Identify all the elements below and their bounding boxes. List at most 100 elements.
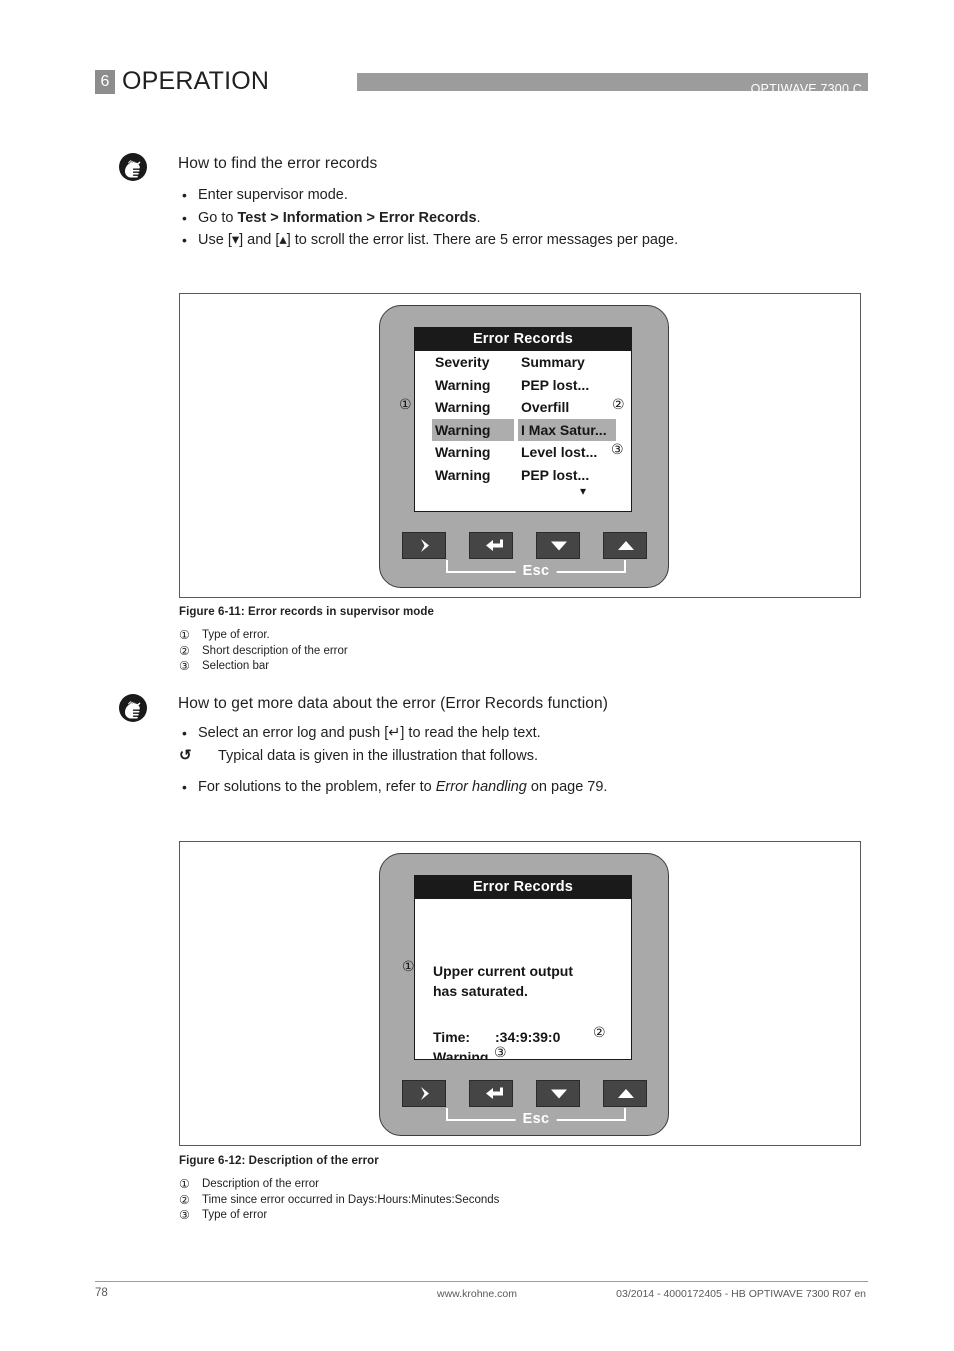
up-arrow-key[interactable] xyxy=(603,1080,647,1107)
cell-summary: PEP lost... xyxy=(521,466,590,483)
figure-2-frame: Error Records Upper current output has s… xyxy=(179,841,861,1146)
menu-path-text: Test > Information > Error Records xyxy=(237,209,477,226)
bullet-dot-icon: • xyxy=(182,779,187,795)
figure-1-caption: Figure 6-11: Error records in supervisor… xyxy=(179,606,435,618)
keypad-2 xyxy=(402,1080,648,1110)
keypad-1 xyxy=(402,532,648,562)
legend-number: ③ xyxy=(179,659,190,673)
legend-number: ② xyxy=(179,643,190,658)
section1-bullet-list: • Enter supervisor mode. • Go to Test > … xyxy=(178,184,678,252)
legend-text: Selection bar xyxy=(202,660,270,672)
list-item: • For solutions to the problem, refer to… xyxy=(178,776,607,799)
display-title-error-records: Error Records xyxy=(415,328,631,351)
table-row[interactable]: Warning Level lost... xyxy=(415,441,631,464)
device-housing-1: Error Records Severity Summary Warning P… xyxy=(379,305,669,588)
cell-severity: Warning xyxy=(435,444,491,460)
device-display-1: Error Records Severity Summary Warning P… xyxy=(414,327,632,512)
cell-summary: Overfill xyxy=(521,399,570,415)
esc-bracket-group-2: Esc xyxy=(402,1108,648,1134)
page-title: OPERATION xyxy=(122,67,270,95)
legend-number: ③ xyxy=(179,1208,190,1222)
note-item: ↺ Typical data is given in the illustrat… xyxy=(178,745,607,768)
list-item: • Go to Test > Information > Error Recor… xyxy=(178,207,678,230)
list-item: • Use [▾] and [▴] to scroll the error li… xyxy=(178,229,678,252)
cell-summary: I Max Satur... xyxy=(518,418,616,441)
cell-summary: PEP lost... xyxy=(521,376,590,393)
chapter-number-badge: 6 xyxy=(95,70,115,94)
note-arrow-icon: ↺ xyxy=(179,746,192,764)
figure-2-caption: Figure 6-12: Description of the error xyxy=(179,1155,379,1167)
footer-reference: 03/2014 - 4000172405 - HB OPTIWAVE 7300 … xyxy=(616,1288,866,1300)
bullet-dot-icon: • xyxy=(182,209,187,226)
right-arrow-key[interactable] xyxy=(402,1080,446,1107)
callout-1: ① xyxy=(399,397,412,413)
list-item: • Enter supervisor mode. xyxy=(178,184,678,207)
note-text: Typical data is given in the illustratio… xyxy=(218,747,538,764)
right-arrow-key[interactable] xyxy=(402,532,446,559)
document-title: OPTIWAVE 7300 C xyxy=(750,82,862,96)
section-heading-find-error-records: How to find the error records xyxy=(178,155,378,172)
callout-1: ① xyxy=(402,959,415,975)
legend-number: ① xyxy=(179,628,190,642)
cell-summary: Level lost... xyxy=(521,444,598,460)
esc-label: Esc xyxy=(515,1110,557,1128)
list-item: • Select an error log and push [↵] to re… xyxy=(178,722,607,745)
list-item-text-prefix: Go to xyxy=(198,209,238,226)
legend-number: ① xyxy=(179,1177,190,1191)
page-header: 6 OPERATION OPTIWAVE 7300 C xyxy=(95,66,868,96)
display-title-error-records: Error Records xyxy=(415,876,631,899)
list-item-text: Select an error log and push [↵] to read… xyxy=(198,725,541,741)
cell-severity: Warning xyxy=(435,376,491,393)
device-housing-2: Error Records Upper current output has s… xyxy=(379,853,669,1136)
time-label: Time: xyxy=(433,1029,471,1045)
down-arrow-key[interactable] xyxy=(536,532,580,559)
time-value: :34:9:39:0 xyxy=(495,1029,561,1045)
table-row[interactable]: Warning PEP lost... xyxy=(415,374,631,397)
error-severity: Warning xyxy=(433,1049,489,1060)
cross-reference-link[interactable]: Error handling xyxy=(436,779,527,795)
legend-number: ② xyxy=(179,1192,190,1207)
error-records-table: Severity Summary Warning PEP lost... War… xyxy=(415,351,631,486)
cell-severity: Warning xyxy=(435,399,491,415)
legend-text: Type of error. xyxy=(202,629,270,641)
section-heading-more-data-about-error: How to get more data about the error (Er… xyxy=(178,695,608,712)
list-item-text: Enter supervisor mode. xyxy=(198,187,348,203)
enter-key[interactable] xyxy=(469,1080,513,1107)
error-message-line-2: has saturated. xyxy=(433,983,528,999)
figure-1-frame: Error Records Severity Summary Warning P… xyxy=(179,293,861,598)
hand-pointer-icon xyxy=(118,152,148,182)
list-item-text: Use [▾] and [▴] to scroll the error list… xyxy=(198,232,679,248)
header-gray-bar: OPTIWAVE 7300 C xyxy=(357,73,868,96)
list-item-text-suffix: . xyxy=(476,209,481,226)
bullet-dot-icon: • xyxy=(182,232,187,248)
callout-3: ③ xyxy=(494,1045,507,1061)
bullet-dot-icon: • xyxy=(182,725,187,741)
section2-bullet-list: • Select an error log and push [↵] to re… xyxy=(178,722,607,799)
footer-divider xyxy=(95,1281,868,1282)
table-row-selected[interactable]: Warning I Max Satur... xyxy=(415,418,631,441)
hand-pointer-icon xyxy=(118,693,148,723)
column-header-summary: Summary xyxy=(521,354,585,370)
down-arrow-key[interactable] xyxy=(536,1080,580,1107)
list-item-text-prefix: For solutions to the problem, refer to xyxy=(198,779,436,795)
cell-severity: Warning xyxy=(435,466,491,483)
callout-2: ② xyxy=(593,1025,606,1041)
enter-key[interactable] xyxy=(469,532,513,559)
table-row[interactable]: Warning Overfill xyxy=(415,396,631,419)
error-message-line-1: Upper current output xyxy=(433,963,573,979)
callout-2: ② xyxy=(612,397,625,413)
up-arrow-key[interactable] xyxy=(603,532,647,559)
esc-bracket-group-1: Esc xyxy=(402,560,648,586)
scroll-down-caret-icon[interactable]: ▾ xyxy=(580,485,586,497)
legend-text: Short description of the error xyxy=(202,644,348,657)
column-header-severity: Severity xyxy=(435,354,490,370)
legend-text: Type of error xyxy=(202,1209,268,1221)
list-item-text-suffix: on page 79. xyxy=(526,779,608,795)
legend-text: Time since error occurred in Days:Hours:… xyxy=(202,1193,500,1206)
table-row[interactable]: Warning PEP lost... xyxy=(415,464,631,487)
cell-severity: Warning xyxy=(432,418,514,441)
bullet-dot-icon: • xyxy=(182,187,187,203)
table-header-row: Severity Summary xyxy=(415,351,631,374)
esc-label: Esc xyxy=(515,562,557,580)
callout-3: ③ xyxy=(611,442,624,458)
